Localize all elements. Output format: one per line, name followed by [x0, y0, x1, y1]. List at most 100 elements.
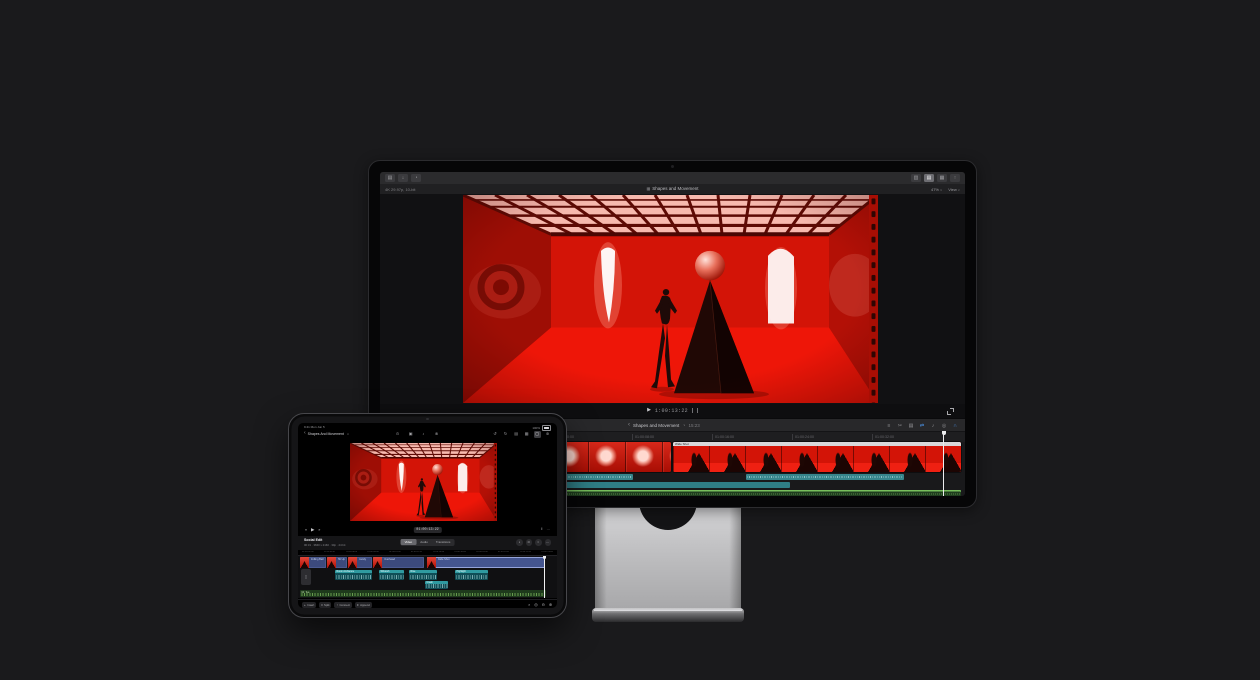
- clip-appearance-icon[interactable]: ▤: [907, 422, 915, 430]
- Wide Shot[interactable]: Wide Shot: [673, 442, 961, 472]
- Tilt Up[interactable]: Tilt Up: [327, 557, 347, 568]
- edit-toolbar: + Insert ‖ Split ↑ Connect: [298, 599, 557, 608]
- clip-appearance-icon[interactable]: ◑: [516, 539, 523, 546]
- share-icon[interactable]: ↑: [950, 174, 960, 182]
- zoom-menu[interactable]: 47%∨: [931, 187, 942, 192]
- browser-layout-icon[interactable]: ▥: [911, 174, 921, 182]
- redo-icon[interactable]: ↻: [502, 431, 509, 438]
- dismiss-icon[interactable]: ⊗: [433, 431, 440, 438]
- back-chevron-icon[interactable]: ‹: [628, 422, 630, 428]
- button-icon: ‖: [321, 603, 322, 607]
- inspector-layout-icon[interactable]: ▦: [937, 174, 947, 182]
- button-icon: +: [304, 603, 306, 607]
- clip-name: Rise: [409, 570, 437, 573]
- Candy[interactable]: Candy: [348, 557, 372, 568]
- browser-icon[interactable]: ▤: [513, 431, 520, 438]
- skimming-icon[interactable]: ⇄: [918, 422, 926, 430]
- mute-icon[interactable]: ◎: [534, 602, 537, 608]
- timeline-project-title: Social Edit: [304, 538, 345, 542]
- Wide Shot[interactable]: Wide Shot: [427, 557, 545, 568]
- connect-button[interactable]: ↑ Connect: [334, 602, 351, 608]
- audio-meters-icon[interactable]: ≈: [535, 539, 542, 546]
- split-button[interactable]: ‖ Split: [319, 602, 331, 608]
- viewer: [380, 194, 965, 404]
- playhead[interactable]: [544, 556, 545, 598]
- ruler-timecode: 01:00:12:00: [411, 551, 423, 555]
- scene-background: ▤↓◔ ▥▤▦↑ 4K 29.97p, 10-bit ▦Shapes and M…: [0, 0, 1260, 680]
- segment[interactable]: Transitions: [432, 539, 455, 545]
- lane-header-button[interactable]: ▯: [301, 569, 311, 585]
- timeline-layout-icon[interactable]: ▤: [924, 174, 934, 182]
- clip-name: Whoosh: [379, 570, 404, 573]
- viewer-options-icon[interactable]: ▦: [523, 431, 530, 438]
- project-menu[interactable]: ‹ Shapes And Movement ∨: [304, 431, 349, 436]
- share-icon[interactable]: ▢: [534, 431, 541, 438]
- clip-name: Wide Shot: [438, 558, 545, 561]
- Crash[interactable]: Crash: [425, 581, 448, 589]
- background-tasks-icon[interactable]: ◔: [411, 174, 421, 182]
- play-icon[interactable]: ▶: [311, 527, 314, 533]
- tools-icon[interactable]: ✂: [896, 422, 904, 430]
- audio-meter-icon[interactable]: ‖: [541, 527, 542, 531]
- button-icon: ≡: [357, 603, 359, 607]
- waveform: [426, 584, 448, 588]
- waveform: [336, 575, 372, 580]
- viewer-video: [463, 195, 878, 403]
- ipad-camera: [426, 418, 429, 421]
- timeline-duration: 15:23: [688, 423, 699, 428]
- more-icon[interactable]: ⋯: [545, 539, 552, 546]
- zoom-out-icon[interactable]: ⊖: [542, 602, 545, 608]
- skip-back-icon[interactable]: «: [305, 528, 307, 532]
- music-clip[interactable]: Mr. Tea: [300, 590, 546, 597]
- ruler-timecode: 01:00:10:00: [389, 551, 401, 555]
- Highlight[interactable]: Highlight: [455, 570, 488, 580]
- back-chevron-icon[interactable]: ‹: [304, 431, 306, 436]
- index-icon[interactable]: ≡: [885, 422, 893, 430]
- segment[interactable]: Video: [401, 539, 417, 545]
- sidebar-icon[interactable]: ▤: [385, 174, 395, 182]
- Rolling Ball[interactable]: Rolling Ball: [300, 557, 326, 568]
- Whoosh[interactable]: Whoosh: [379, 570, 404, 580]
- ruler-timecode: 01:00:32:00: [872, 434, 894, 440]
- import-icon[interactable]: ↓: [398, 174, 408, 182]
- solo-icon[interactable]: ◎: [940, 422, 948, 430]
- snapping-icon[interactable]: ⊙: [526, 539, 533, 546]
- snapping-icon[interactable]: ∩: [951, 422, 959, 430]
- waveform: [301, 593, 545, 597]
- jog-icon[interactable]: ⊙: [394, 431, 401, 438]
- audio-clip[interactable]: [746, 474, 904, 480]
- ruler-timecode: 01:00:20:00: [498, 551, 510, 555]
- timeline-project-menu[interactable]: Shapes and Movement: [633, 423, 679, 428]
- insert-button[interactable]: + Insert: [302, 602, 316, 608]
- chevron-down-icon: ∨: [958, 188, 960, 192]
- more-icon[interactable]: …: [547, 527, 551, 531]
- Overhead[interactable]: Overhead: [373, 557, 424, 568]
- Room Ambience[interactable]: Room Ambience: [335, 570, 372, 580]
- undo-icon[interactable]: ↺: [492, 431, 499, 438]
- audio-skimming-icon[interactable]: ♪: [929, 422, 937, 430]
- skip-forward-icon[interactable]: »: [318, 528, 320, 532]
- chevron-down-icon: ∨: [347, 432, 349, 436]
- playhead[interactable]: [943, 431, 944, 496]
- clip-filmstrip: [673, 442, 961, 472]
- fullscreen-icon[interactable]: [947, 408, 954, 415]
- view-menu[interactable]: View∨: [948, 187, 960, 192]
- append-button[interactable]: ≡ Append: [355, 602, 372, 608]
- Rise[interactable]: Rise: [409, 570, 437, 580]
- filmstrip-icon: ▦: [646, 186, 650, 191]
- media-icon[interactable]: ▣: [407, 431, 414, 438]
- ruler-timecode: 01:00:08:00: [367, 551, 379, 555]
- clip-name: Rolling Ball: [311, 558, 326, 561]
- timeline-tracks: Rolling Ball Tilt Up Candy Overhead: [298, 556, 557, 598]
- settings-icon[interactable]: ⊚: [544, 431, 551, 438]
- ruler-timecode: 01:00:02:00: [302, 551, 314, 555]
- zoom-in-icon[interactable]: ⊕: [549, 602, 552, 608]
- ruler-timecode: 01:00:04:00: [324, 551, 336, 555]
- play-icon[interactable]: ▶: [647, 407, 651, 414]
- waveform: [456, 575, 488, 580]
- delete-icon[interactable]: ×: [528, 602, 530, 608]
- clip-name: Wide Shot: [673, 442, 961, 446]
- segment[interactable]: Audio: [416, 539, 432, 545]
- clip-name: Candy: [359, 558, 372, 561]
- mic-icon[interactable]: ♪: [420, 431, 427, 438]
